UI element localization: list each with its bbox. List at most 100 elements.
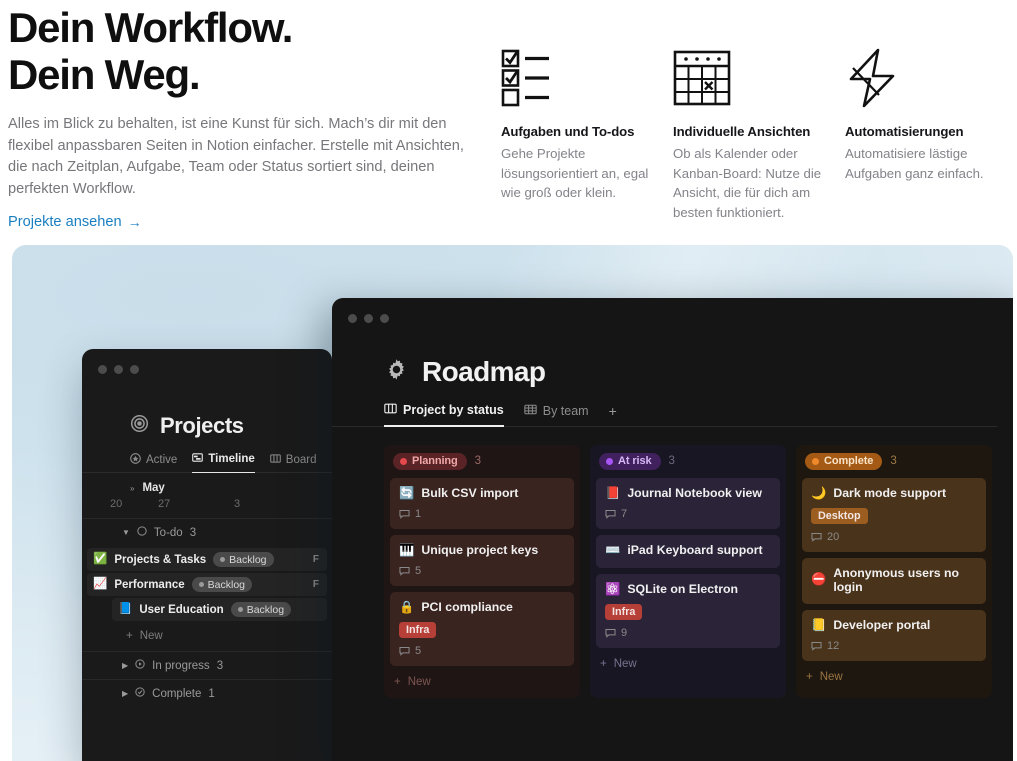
- card-emoji-icon: ⚛️: [605, 581, 621, 596]
- kanban-card[interactable]: 🎹 Unique project keys 5: [390, 534, 574, 586]
- item-name: User Education: [139, 603, 224, 616]
- kanban-card[interactable]: 🌙 Dark mode support Desktop 20: [802, 477, 986, 552]
- group-label: To-do: [153, 526, 183, 539]
- card-emoji-icon: 📒: [811, 617, 827, 632]
- window-close-dot[interactable]: [98, 364, 107, 374]
- circle-play-icon: [135, 659, 145, 672]
- gear-icon: [384, 357, 409, 387]
- table-icon: [524, 403, 537, 419]
- feature-description: Automatisiere lästige Aufgaben ganz einf…: [845, 146, 984, 181]
- item-emoji-icon: 📘: [118, 602, 133, 615]
- page-title-line-1: Dein Workflow.: [8, 4, 293, 51]
- tab-by-team-label: By team: [542, 404, 589, 418]
- status-badge: Planning: [393, 453, 467, 470]
- list-item[interactable]: ✅ Projects & Tasks Backlog F: [87, 548, 327, 571]
- tab-timeline-label: Timeline: [208, 453, 255, 465]
- card-title-label: iPad Keyboard support: [627, 543, 763, 557]
- timeline-date: 20: [110, 498, 123, 510]
- target-icon: [130, 414, 149, 438]
- lightning-bolt-icon: [845, 46, 999, 108]
- card-title-label: Dark mode support: [833, 486, 947, 500]
- window-minimize-dot[interactable]: [114, 364, 123, 374]
- timeline-date: 27: [158, 498, 171, 510]
- card-comment-count: 7: [605, 508, 771, 520]
- group-count: 3: [189, 526, 197, 539]
- kanban-card[interactable]: ⌨️ iPad Keyboard support: [596, 534, 780, 568]
- card-comment-count: 5: [399, 565, 565, 577]
- status-badge: Backlog: [191, 577, 252, 592]
- add-new-item-button[interactable]: + New: [82, 623, 332, 651]
- roadmap-header: Roadmap Project by status By team +: [332, 338, 1013, 427]
- tab-by-team[interactable]: By team: [524, 403, 589, 426]
- tab-active[interactable]: Active: [130, 452, 177, 473]
- chevron-double-right-icon[interactable]: »: [130, 484, 134, 493]
- plus-icon: +: [394, 675, 401, 688]
- plus-icon: +: [126, 630, 133, 642]
- chevron-down-icon: ▼: [122, 528, 130, 537]
- projects-view-tabs: Active Timeline Board: [130, 452, 332, 473]
- list-item[interactable]: 📈 Performance Backlog F: [87, 573, 327, 596]
- card-title-label: SQLite on Electron: [627, 582, 738, 596]
- board-icon: [384, 402, 397, 418]
- status-dot-icon: [198, 582, 204, 587]
- kanban-card[interactable]: ⚛️ SQLite on Electron Infra 9: [596, 573, 780, 648]
- calendar-icon: [673, 46, 827, 108]
- add-card-button[interactable]: + New: [596, 654, 780, 672]
- group-header-complete[interactable]: ▶ Complete 1: [82, 680, 332, 707]
- feature-description: Gehe Projekte lösungsorientiert an, egal…: [501, 146, 649, 200]
- window-close-dot[interactable]: [348, 313, 357, 323]
- add-card-button[interactable]: + New: [390, 672, 574, 690]
- comment-count-label: 12: [827, 639, 840, 652]
- add-new-item-label: New: [139, 630, 163, 642]
- view-projects-link[interactable]: Projekte ansehen →: [8, 214, 142, 230]
- kanban-column-planning: Planning 3 🔄 Bulk CSV import 1 🎹 Unique …: [384, 445, 580, 698]
- comment-count-label: 9: [621, 626, 628, 639]
- timeline-icon: [192, 452, 204, 466]
- feature-title: Automatisierungen: [845, 124, 964, 139]
- kanban-card[interactable]: 📒 Developer portal 12: [802, 609, 986, 661]
- comment-count-label: 7: [621, 507, 628, 520]
- status-badge: Backlog: [213, 552, 274, 567]
- group-header-todo[interactable]: ▼ To-do 3: [82, 519, 332, 546]
- projects-window: Projects Active Timeline Board » May 20 …: [82, 349, 332, 761]
- tab-project-by-status[interactable]: Project by status: [384, 402, 504, 427]
- kanban-card[interactable]: 🔒 PCI compliance Infra 5: [390, 591, 574, 666]
- list-item[interactable]: 📘 User Education Backlog: [112, 598, 327, 621]
- circle-empty-icon: [137, 526, 147, 539]
- item-flag: F: [312, 579, 319, 590]
- card-comment-count: 5: [399, 645, 565, 657]
- status-badge-label: At risk: [618, 455, 652, 467]
- checklist-icon: [501, 46, 655, 108]
- comment-icon: [811, 641, 822, 651]
- item-name: Projects & Tasks: [114, 553, 207, 566]
- kanban-card[interactable]: 📕 Journal Notebook view 7: [596, 477, 780, 529]
- roadmap-view-tabs: Project by status By team +: [384, 402, 1013, 427]
- add-view-button[interactable]: +: [609, 403, 617, 426]
- add-card-button[interactable]: + New: [802, 667, 986, 685]
- status-dot-icon: [400, 457, 407, 465]
- card-comment-count: 9: [605, 627, 771, 639]
- status-badge-label: Backlog: [207, 578, 245, 591]
- kanban-card[interactable]: 🔄 Bulk CSV import 1: [390, 477, 574, 529]
- feature-list: Aufgaben und To-dos Gehe Projekte lösung…: [501, 0, 1017, 245]
- projects-title: Projects: [160, 413, 244, 438]
- group-header-in-progress[interactable]: ▶ In progress 3: [82, 652, 332, 679]
- card-emoji-icon: 🌙: [811, 485, 827, 500]
- plus-icon: +: [600, 657, 607, 670]
- window-maximize-dot[interactable]: [130, 364, 139, 374]
- group-count: 1: [208, 687, 215, 700]
- card-title-label: Unique project keys: [421, 543, 539, 557]
- projects-window-titlebar: [82, 349, 332, 389]
- status-dot-icon: [812, 457, 819, 465]
- tab-timeline[interactable]: Timeline: [192, 452, 255, 473]
- tab-board[interactable]: Board: [270, 453, 316, 473]
- card-tag: Infra: [399, 621, 437, 638]
- circle-check-icon: [135, 687, 145, 700]
- window-maximize-dot[interactable]: [380, 313, 389, 323]
- comment-icon: [399, 646, 410, 656]
- kanban-card[interactable]: ⛔ Anonymous users no login: [802, 557, 986, 604]
- window-minimize-dot[interactable]: [364, 313, 373, 323]
- comment-icon: [605, 509, 616, 519]
- projects-header: Projects Active Timeline Board: [82, 389, 332, 473]
- card-comment-count: 20: [811, 531, 977, 543]
